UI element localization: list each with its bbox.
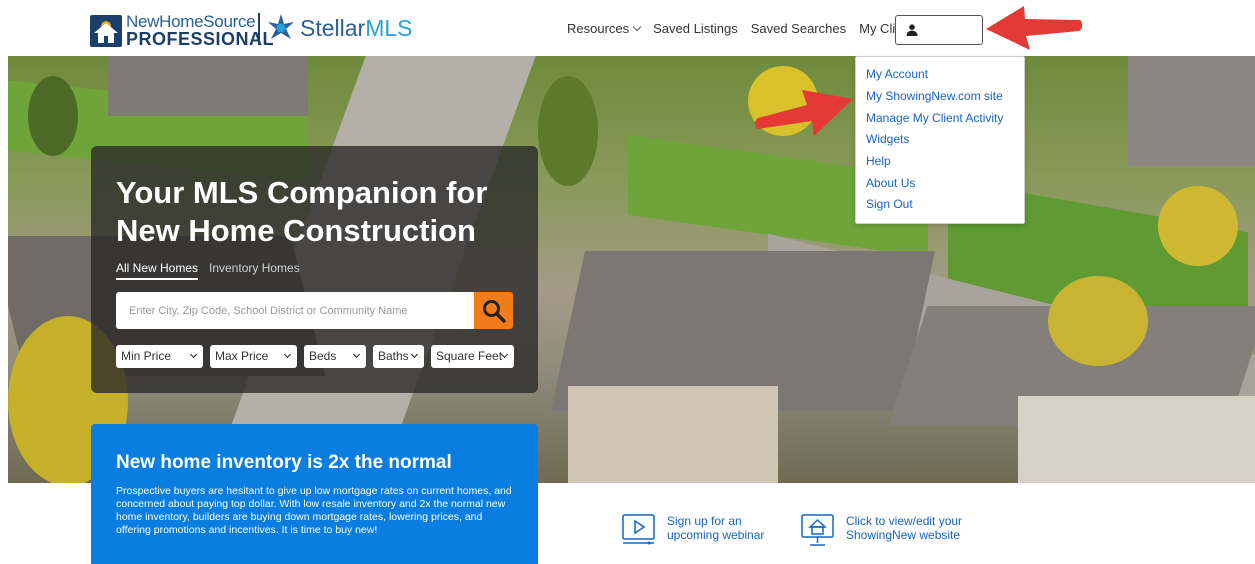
min-price-label: Min Price <box>121 349 172 363</box>
logo-mls-word: MLS <box>365 14 413 41</box>
webinar-link-text: Sign up for an upcoming webinar <box>667 514 764 542</box>
top-nav: Resources Saved Listings Saved Searches … <box>567 21 933 36</box>
logo-line-1: NewHomeSource <box>126 12 256 31</box>
max-price-select[interactable]: Max Price <box>210 345 297 368</box>
logo-divider <box>258 13 260 45</box>
search-panel: Your MLS Companion for New Home Construc… <box>91 146 538 393</box>
wall-shape <box>568 386 778 483</box>
tree-shape <box>1048 276 1148 366</box>
showingnew-link-line1: Click to view/edit your <box>846 514 963 528</box>
chevron-down-icon <box>189 350 198 359</box>
stellarmls-logo-text: StellarMLS <box>300 15 413 42</box>
newhomesource-logo[interactable]: NewHomeSource PROFESSIONAL <box>90 13 274 48</box>
wall-shape <box>1018 396 1255 483</box>
baths-select[interactable]: Baths <box>373 345 424 368</box>
menu-item-my-account[interactable]: My Account <box>866 67 928 81</box>
logo-line-2: PROFESSIONAL <box>126 29 275 49</box>
menu-item-widgets[interactable]: Widgets <box>866 132 909 146</box>
showingnew-website-link[interactable]: Click to view/edit your ShowingNew websi… <box>801 514 962 547</box>
search-icon <box>483 300 506 323</box>
menu-item-sign-out[interactable]: Sign Out <box>866 197 913 211</box>
menu-item-help[interactable]: Help <box>866 154 891 168</box>
nav-resources-label: Resources <box>567 21 630 36</box>
tab-all-new-homes[interactable]: All New Homes <box>116 261 199 280</box>
chevron-down-icon <box>632 22 642 31</box>
page: NewHomeSource PROFESSIONAL StellarMLS Re… <box>0 0 1255 564</box>
tree-shape <box>1158 186 1238 266</box>
user-icon <box>906 24 918 36</box>
inventory-info-card: New home inventory is 2x the normal Pros… <box>91 424 538 564</box>
nav-resources[interactable]: Resources <box>567 21 642 36</box>
roof-shape <box>108 56 308 116</box>
beds-label: Beds <box>309 349 337 363</box>
menu-item-my-showingnew-site[interactable]: My ShowingNew.com site <box>866 89 1003 103</box>
nav-saved-listings[interactable]: Saved Listings <box>653 21 738 36</box>
menu-item-about-us[interactable]: About Us <box>866 176 915 190</box>
info-card-body: Prospective buyers are hesitant to give … <box>116 485 512 536</box>
red-arrow-icon <box>755 90 853 136</box>
tree-shape <box>28 76 78 156</box>
chevron-down-icon <box>352 350 361 359</box>
nav-saved-listings-label: Saved Listings <box>653 21 738 36</box>
max-price-label: Max Price <box>215 349 269 363</box>
tree-shape <box>538 76 598 186</box>
nav-saved-searches[interactable]: Saved Searches <box>751 21 846 36</box>
website-icon <box>801 514 834 546</box>
menu-item-manage-client-activity[interactable]: Manage My Client Activity <box>866 111 1003 125</box>
house-logo-icon <box>90 14 122 47</box>
showingnew-link-text: Click to view/edit your ShowingNew websi… <box>846 514 962 542</box>
search-button[interactable] <box>474 292 513 329</box>
webinar-link-line2: upcoming webinar <box>667 528 765 542</box>
red-arrow-icon <box>986 6 1083 50</box>
webinar-icon <box>622 514 655 545</box>
tab-inventory-homes[interactable]: Inventory Homes <box>209 261 300 275</box>
square-feet-label: Square Feet <box>436 349 503 363</box>
stellar-star-icon <box>268 14 294 39</box>
square-feet-select[interactable]: Square Feet <box>431 345 514 368</box>
roof-shape <box>1128 56 1255 166</box>
chevron-down-icon <box>283 350 292 359</box>
showingnew-link-line2: ShowingNew website <box>846 528 961 542</box>
search-input[interactable] <box>116 292 475 329</box>
chevron-down-icon <box>410 350 419 359</box>
account-dropdown-menu: My Account My ShowingNew.com site Manage… <box>855 56 1025 224</box>
newhomesource-logo-text: NewHomeSource PROFESSIONAL <box>126 13 274 48</box>
baths-label: Baths <box>378 349 409 363</box>
webinar-link[interactable]: Sign up for an upcoming webinar <box>622 514 764 547</box>
stellarmls-logo[interactable]: StellarMLS <box>266 13 413 43</box>
webinar-link-line1: Sign up for an <box>667 514 742 528</box>
logo-stellar-word: Stellar <box>300 14 366 41</box>
info-card-title: New home inventory is 2x the normal <box>116 452 452 473</box>
min-price-select[interactable]: Min Price <box>116 345 203 368</box>
user-account-button[interactable] <box>895 15 983 45</box>
beds-select[interactable]: Beds <box>304 345 366 368</box>
hero-title: Your MLS Companion for New Home Construc… <box>116 175 488 248</box>
nav-saved-searches-label: Saved Searches <box>750 21 847 36</box>
